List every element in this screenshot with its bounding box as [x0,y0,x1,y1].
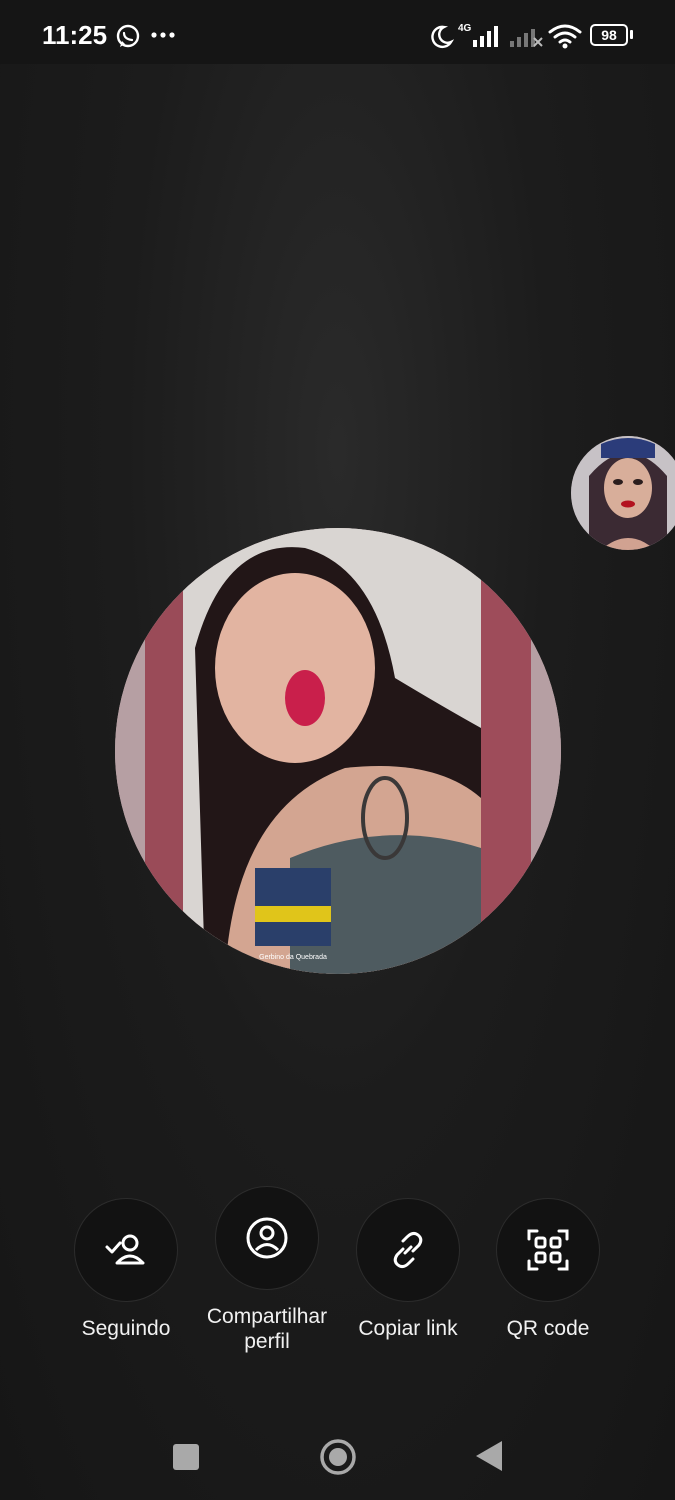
status-time: 11:25 [42,20,108,50]
battery-tip [630,30,633,39]
person-check-icon [105,1234,145,1265]
profile-avatar[interactable]: Gerbino da Quebrada [115,528,561,974]
whatsapp-icon [116,24,140,48]
svg-text:Gerbino da Quebrada: Gerbino da Quebrada [259,954,327,961]
moon-icon [431,25,454,49]
home-button[interactable] [318,1437,358,1477]
link-icon [393,1231,423,1269]
copy-link-action[interactable]: Copiar link [328,1198,488,1341]
share-profile-label: Compartilhar perfil [206,1305,328,1353]
profile-avatar-image: Gerbino da Quebrada [115,528,561,974]
share-profile-button[interactable] [215,1186,319,1290]
signal-4g-icon: 4G [458,23,498,47]
navigation-bar [0,1415,675,1500]
battery-level: 98 [601,27,617,43]
share-profile-action[interactable]: Compartilhar perfil [187,1186,347,1354]
following-label: Seguindo [81,1317,171,1340]
battery-icon: 98 [590,24,628,46]
wifi-icon [548,24,582,49]
qr-code-button[interactable] [496,1198,600,1302]
following-button[interactable] [74,1198,178,1302]
following-action[interactable]: Seguindo [46,1198,206,1341]
qr-code-action[interactable]: QR code [468,1198,628,1341]
status-bar: 11:25 4G 98 [0,0,675,64]
back-button[interactable] [474,1439,504,1473]
profile-share-icon [246,1217,288,1259]
more-icon [151,32,175,38]
signal-no-service-icon [510,29,543,47]
secondary-avatar[interactable] [571,436,675,550]
qr-code-label: QR code [506,1317,590,1340]
copy-link-button[interactable] [356,1198,460,1302]
qr-code-icon [527,1229,569,1271]
recents-button[interactable] [172,1443,200,1471]
copy-link-label: Copiar link [358,1317,458,1340]
secondary-avatar-image [571,436,675,550]
svg-text:4G: 4G [458,23,472,34]
